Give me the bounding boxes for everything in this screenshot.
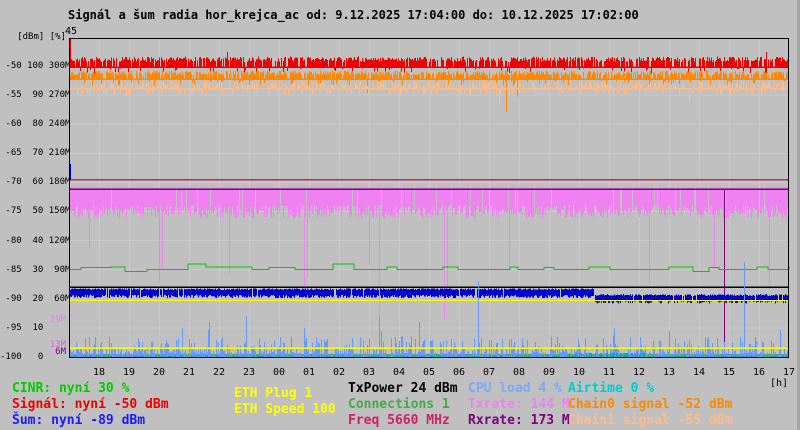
legend-chain0: Chain0 signal -52 dBm xyxy=(568,397,733,412)
y-axis-label: -65 70 210M xyxy=(0,148,71,158)
legend-rxrate: Rxrate: 173 M xyxy=(468,413,570,428)
x-axis-tick-label: 09 xyxy=(542,367,556,378)
legend-cpu: CPU load 4 % xyxy=(468,381,562,396)
legend-airtime: Airtime 0 % xyxy=(568,381,655,396)
legend-freq: Freq 5660 MHz xyxy=(348,413,450,428)
x-axis-tick-label: 11 xyxy=(602,367,616,378)
x-axis-tick-label: 21 xyxy=(182,367,196,378)
y-axis-label: -80 40 120M xyxy=(0,236,71,246)
x-axis-tick-label: 05 xyxy=(422,367,436,378)
x-axis-tick-label: 13 xyxy=(662,367,676,378)
x-axis-tick-label: 17 xyxy=(782,367,796,378)
x-axis-tick-label: 00 xyxy=(272,367,286,378)
x-axis-tick-label: 03 xyxy=(362,367,376,378)
graph-title: Signál a šum radia hor_krejca_ac od: 9.1… xyxy=(68,8,639,22)
legend-txpower: TxPower 24 dBm xyxy=(348,381,458,396)
legend-txrate: Txrate: 144 M xyxy=(468,397,570,412)
x-axis-tick-label: 20 xyxy=(152,367,166,378)
x-axis-tick-label: 10 xyxy=(572,367,586,378)
plot-area xyxy=(69,38,790,358)
x-axis-tick-label: 19 xyxy=(122,367,136,378)
legend-eth-plug: ETH Plug 1 xyxy=(234,386,313,401)
radio-signal-graph: Signál a šum radia hor_krejca_ac od: 9.1… xyxy=(0,0,800,430)
y-axis-unit-header: [dBm] [%] xyxy=(17,32,66,42)
legend-signal: Signál: nyní -50 dBm xyxy=(12,397,169,412)
x-axis-tick-label: 14 xyxy=(692,367,706,378)
x-axis-tick-label: 02 xyxy=(332,367,346,378)
x-axis-unit-label: [h] xyxy=(770,378,789,389)
legend-chain1: Chain1 signal -55 dBm xyxy=(568,413,733,428)
x-axis-tick-label: 15 xyxy=(722,367,736,378)
x-axis-tick-label: 18 xyxy=(92,367,106,378)
y-axis-label: -85 30 90M xyxy=(0,265,71,275)
y-axis-label: -70 60 180M xyxy=(0,177,71,187)
x-axis-tick-label: 04 xyxy=(392,367,406,378)
y-axis-label: -55 90 270M xyxy=(0,90,71,100)
rate-min-label: 6M xyxy=(55,347,66,357)
y-axis-label: -90 20 60M xyxy=(0,294,71,304)
legend-noise: Šum: nyní -89 dBm xyxy=(12,413,146,428)
x-axis-tick-label: 06 xyxy=(452,367,466,378)
x-axis-tick-label: 08 xyxy=(512,367,526,378)
legend-cinr: CINR: nyní 30 % xyxy=(12,381,130,396)
x-axis-tick-label: 16 xyxy=(752,367,766,378)
x-axis-tick-label: 12 xyxy=(632,367,646,378)
y-axis-label: -50 100 300M xyxy=(0,61,71,71)
x-axis-tick-label: 07 xyxy=(482,367,496,378)
legend-connections: Connections 1 xyxy=(348,397,450,412)
x-axis-tick-label: 22 xyxy=(212,367,226,378)
x-axis-tick-label: 01 xyxy=(302,367,316,378)
legend-eth-speed: ETH Speed 100 xyxy=(234,402,336,417)
y-axis-label: -75 50 150M xyxy=(0,206,71,216)
rate-min-label: 39M xyxy=(49,315,66,325)
y-axis-label: -60 80 240M xyxy=(0,119,71,129)
x-axis-tick-label: 23 xyxy=(242,367,256,378)
